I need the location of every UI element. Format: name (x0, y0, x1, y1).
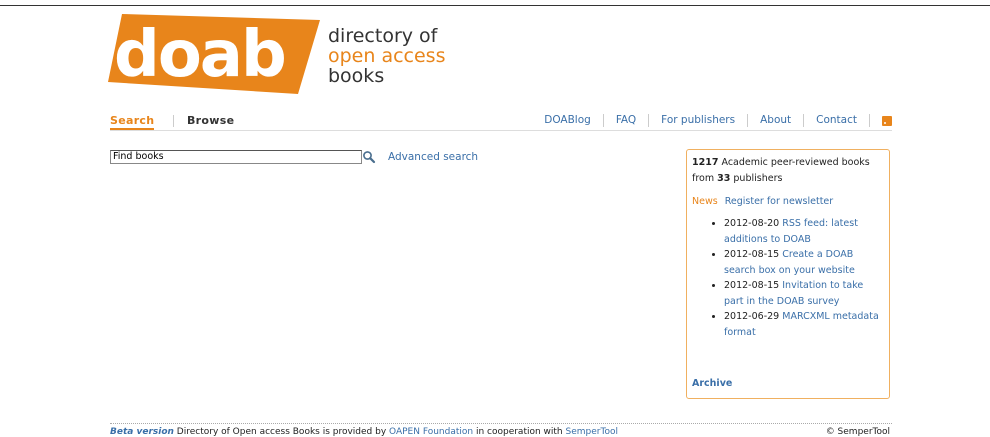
newsletter-link[interactable]: Register for newsletter (725, 196, 834, 207)
archive-link[interactable]: Archive (692, 376, 732, 392)
link-contact[interactable]: Contact (804, 114, 870, 127)
tab-divider (173, 115, 174, 127)
oapen-link[interactable]: OAPEN Foundation (389, 427, 473, 437)
tagline-line-3: books (328, 65, 385, 87)
news-date: 2012-06-29 (724, 311, 780, 322)
svg-text:doab: doab (114, 18, 285, 92)
news-item: 2012-08-15 Invitation to take part in th… (724, 278, 884, 309)
news-label: News (692, 196, 718, 207)
search-icon[interactable] (362, 150, 376, 164)
advanced-search-link[interactable]: Advanced search (388, 151, 478, 163)
rss-icon[interactable] (882, 115, 892, 126)
news-header: News Register for newsletter (692, 194, 884, 210)
info-sidebar: 1217 Academic peer-reviewed books from 3… (686, 149, 890, 399)
footer-divider (110, 423, 892, 424)
logo-tagline: directory of open access books (328, 26, 445, 86)
footer-text-2: in cooperation with (475, 427, 563, 437)
tagline-line-2: open access (328, 45, 446, 67)
link-doablog[interactable]: DOABlog (532, 114, 604, 127)
footer-text: Directory of Open access Books is provid… (176, 427, 387, 437)
doab-logo-mark: doab (108, 14, 320, 94)
link-faq[interactable]: FAQ (604, 114, 650, 127)
news-date: 2012-08-20 (724, 218, 780, 229)
link-for-publishers[interactable]: For publishers (649, 114, 749, 127)
footer: Beta version Directory of Open access Bo… (110, 427, 618, 437)
tab-browse[interactable]: Browse (187, 114, 234, 127)
book-count: 1217 (692, 157, 719, 168)
tab-search[interactable]: Search (110, 114, 155, 130)
top-border (0, 5, 990, 6)
tagline-line-1: directory of (328, 25, 438, 47)
sempertool-link[interactable]: SemperTool (566, 427, 618, 437)
beta-label: Beta version (110, 427, 174, 437)
news-item: 2012-06-29 MARCXML metadata format (724, 309, 884, 340)
news-date: 2012-08-15 (724, 249, 780, 260)
news-item: 2012-08-15 Create a DOAB search box on y… (724, 247, 884, 278)
copyright: © SemperTool (825, 427, 890, 437)
link-about[interactable]: About (748, 114, 805, 127)
publisher-count-text: publishers (733, 173, 783, 184)
publisher-count: 33 (717, 173, 731, 184)
main-nav: Search Browse DOABlog FAQ For publishers… (110, 114, 892, 131)
search-input[interactable]: Find books (110, 150, 362, 164)
news-item: 2012-08-20 RSS feed: latest additions to… (724, 216, 884, 247)
top-links: DOABlog FAQ For publishers About Contact (532, 114, 892, 127)
news-date: 2012-08-15 (724, 280, 780, 291)
news-list: 2012-08-20 RSS feed: latest additions to… (692, 216, 884, 340)
stats: 1217 Academic peer-reviewed books from 3… (692, 155, 884, 187)
